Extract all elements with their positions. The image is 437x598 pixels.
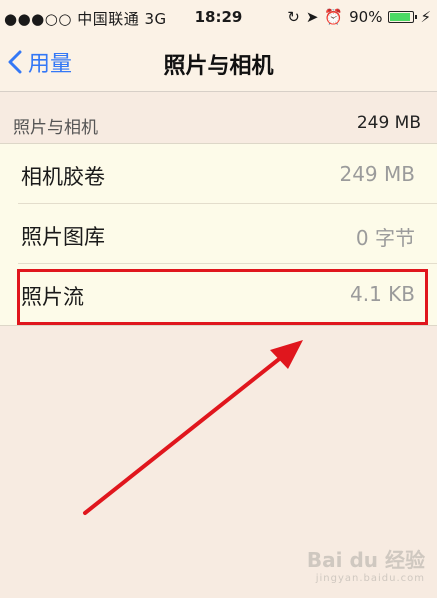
list-item-size: 0 字节 bbox=[355, 226, 415, 250]
list-item-name: 照片图库 bbox=[21, 225, 105, 249]
location-icon: ➤ bbox=[305, 8, 319, 26]
status-bar: ●●●○○ 中国联通 3G 18:29 ↻ ➤ ⏰ 90% ⚡ bbox=[0, 0, 437, 34]
list-item-size: 249 MB bbox=[339, 162, 415, 186]
section-total: 249 MB bbox=[356, 113, 421, 133]
charging-icon: ⚡ bbox=[420, 8, 431, 26]
page-title: 照片与相机 bbox=[163, 54, 274, 79]
section-label: 照片与相机 bbox=[13, 118, 98, 138]
list-item-camera-roll[interactable]: 相机胶卷 249 MB bbox=[0, 144, 437, 204]
navigation-bar: 用量 照片与相机 bbox=[0, 34, 437, 92]
battery-icon bbox=[388, 11, 418, 23]
section-header: 照片与相机 249 MB bbox=[0, 102, 437, 142]
list-item-name: 相机胶卷 bbox=[21, 165, 105, 189]
list-item-name: 照片流 bbox=[21, 285, 84, 309]
storage-list: 相机胶卷 249 MB 照片图库 0 字节 照片流 4.1 KB bbox=[0, 143, 437, 326]
list-item-photo-library[interactable]: 照片图库 0 字节 bbox=[0, 204, 437, 264]
alarm-icon: ⏰ bbox=[324, 8, 344, 26]
battery-percent: 90% bbox=[349, 8, 383, 26]
status-right: ↻ ➤ ⏰ 90% ⚡ bbox=[287, 8, 431, 26]
list-item-photo-stream[interactable]: 照片流 4.1 KB bbox=[0, 264, 437, 324]
list-item-size: 4.1 KB bbox=[350, 282, 415, 306]
rotation-lock-icon: ↻ bbox=[287, 8, 300, 26]
baidu-watermark-logo: Bai du 经验 jingyan.baidu.com bbox=[306, 548, 425, 584]
